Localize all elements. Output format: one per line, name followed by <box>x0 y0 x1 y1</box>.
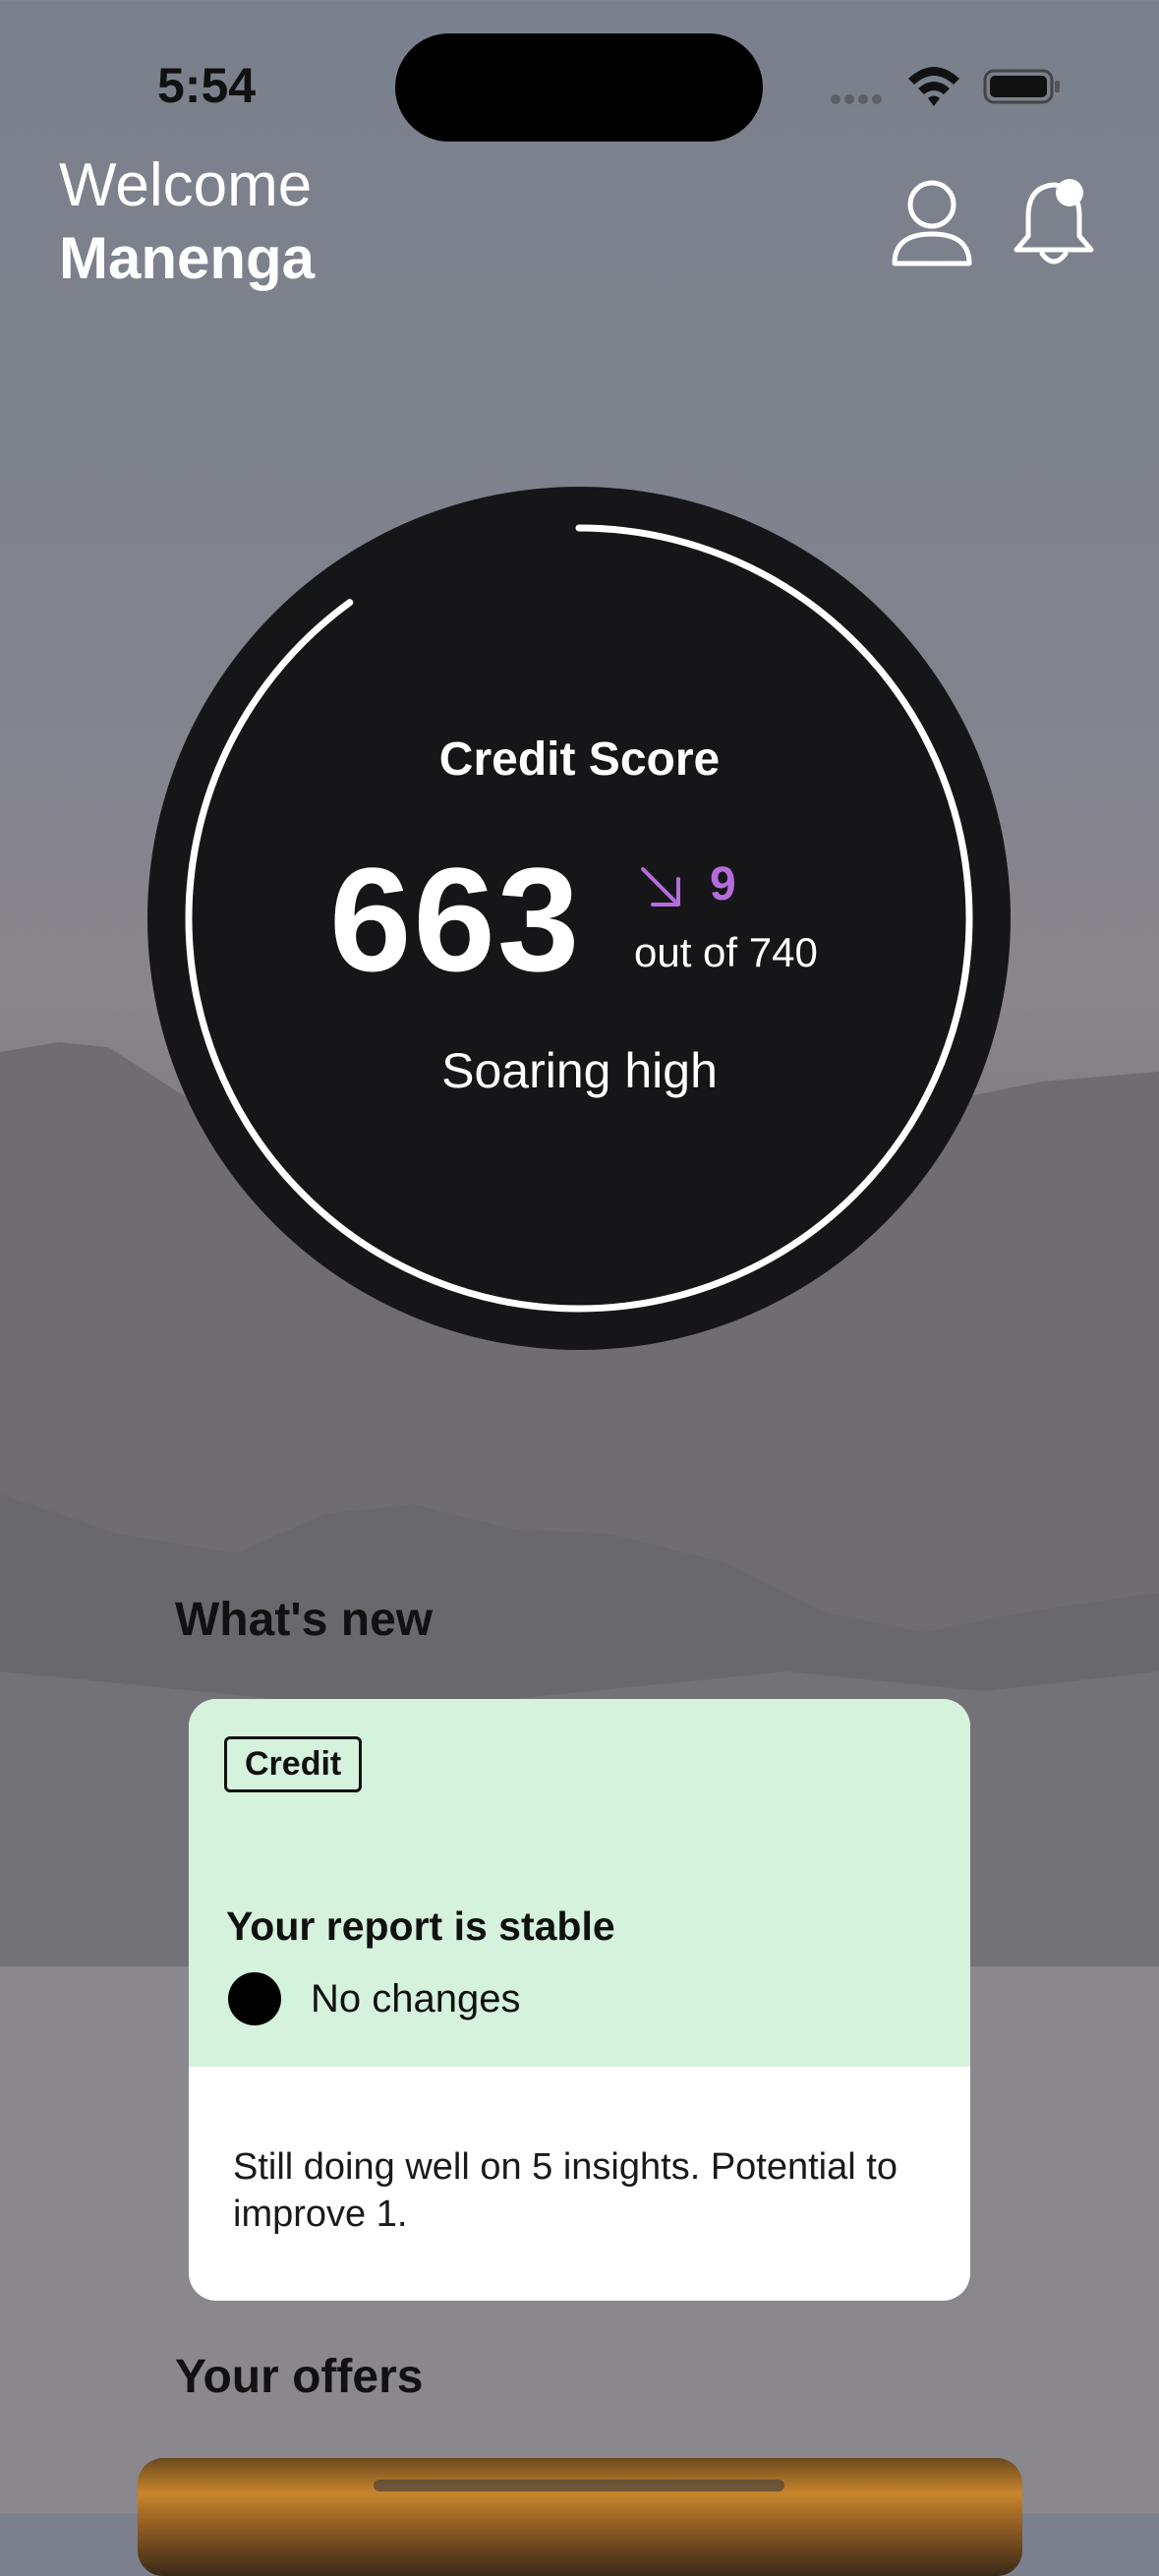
offer-card[interactable] <box>138 2458 1022 2576</box>
score-value: 663 <box>329 837 582 1002</box>
card-body-text: Still doing well on 5 insights. Potentia… <box>233 2146 898 2235</box>
status-time: 5:54 <box>157 58 257 113</box>
welcome-greeting: Welcome Manenga <box>59 149 315 295</box>
wifi-icon <box>908 67 959 106</box>
score-rating: Soaring high <box>441 1043 718 1098</box>
score-title: Credit Score <box>438 733 721 786</box>
card-headline: Your report is stable <box>226 1903 615 1949</box>
home-indicator[interactable] <box>374 2480 784 2491</box>
offers-heading: Your offers <box>175 2351 424 2403</box>
status-dot-icon <box>228 1972 281 2025</box>
cellular-signal-icon <box>831 91 886 109</box>
score-max: out of 740 <box>634 929 818 975</box>
category-tag: Credit <box>224 1736 363 1792</box>
report-card[interactable]: Credit Your report is stable No changes … <box>189 1699 970 2301</box>
dynamic-island <box>395 33 763 142</box>
score-change: 9 <box>710 858 736 910</box>
whats-new-heading: What's new <box>175 1594 434 1646</box>
battery-icon <box>983 69 1060 104</box>
status-text: No changes <box>311 1977 521 2020</box>
bell-icon[interactable] <box>1011 175 1097 269</box>
user-name: Manenga <box>59 225 316 291</box>
profile-icon[interactable] <box>890 177 974 267</box>
trend-down-icon <box>641 867 680 907</box>
greeting-text: Welcome <box>59 151 313 219</box>
